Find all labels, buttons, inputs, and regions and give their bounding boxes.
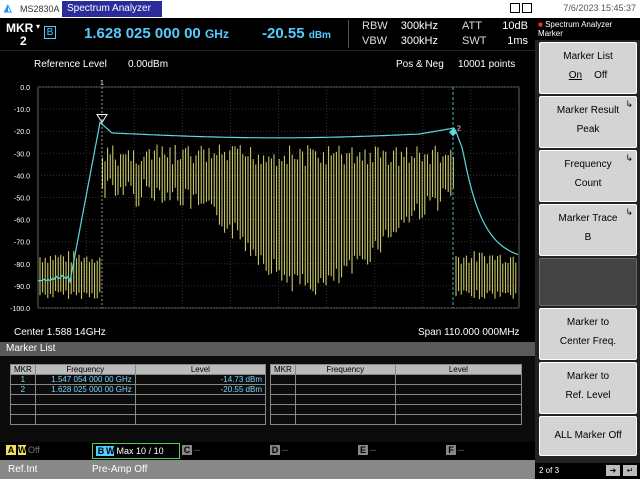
y-tick-label: -40.0	[14, 173, 30, 180]
vbw-label: VBW	[362, 35, 388, 47]
datetime: 7/6/2023 15:45:37	[563, 3, 636, 13]
measurement-header: MKR ▾ 2 B 1.628 025 000 00 GHz -20.55 dB…	[0, 18, 535, 50]
app-icon: ■	[538, 20, 543, 29]
marker-trace-badge: B	[44, 26, 56, 39]
marker-to-center-freq-button[interactable]: Marker to Center Freq.	[539, 308, 637, 360]
y-tick-label: 0.0	[20, 85, 30, 92]
y-tick-label: -100.0	[10, 306, 30, 313]
y-tick-label: -10.0	[14, 107, 30, 114]
y-tick-label: -30.0	[14, 151, 30, 158]
marker-to-ref-level-button[interactable]: Marker to Ref. Level	[539, 362, 637, 414]
function-key-panel: ■ Spectrum Analyzer Marker Marker List O…	[535, 18, 640, 479]
marker-2-label: 2	[457, 125, 461, 132]
att-value[interactable]: 10dB	[494, 20, 528, 32]
blank-key	[539, 258, 637, 306]
trace-e[interactable]: E --	[358, 445, 376, 455]
marker-list-toggle[interactable]: Marker List On Off	[539, 42, 637, 94]
marker-number: 2	[20, 34, 27, 48]
marker-list-panel: MKR Frequency Level 1 1.547 054 000 00 G…	[0, 356, 535, 442]
marker-table-left: MKR Frequency Level 1 1.547 054 000 00 G…	[10, 364, 267, 425]
marker-frequency: 1.628 025 000 00 GHz	[84, 25, 229, 42]
rbw-value[interactable]: 300kHz	[394, 20, 438, 32]
arrow-right-icon[interactable]: ➜	[606, 465, 620, 476]
table-row[interactable]: 1 1.547 054 000 00 GHz -14.73 dBm	[10, 374, 267, 385]
marker-2-icon	[449, 128, 457, 137]
marker-trace-button[interactable]: ↳ Marker Trace B	[539, 204, 637, 256]
logo-icon: ◭	[4, 3, 12, 14]
frequency-count-button[interactable]: ↳ Frequency Count	[539, 150, 637, 202]
marker-list-title: Marker List	[0, 342, 535, 356]
y-tick-label: -50.0	[14, 196, 30, 203]
y-tick-label: -70.0	[14, 240, 30, 247]
col-level: Level	[134, 364, 267, 375]
trace-a-comb	[39, 144, 517, 300]
marker-table-right: MKR Frequency Level	[270, 364, 523, 425]
col-frequency: Frequency	[34, 364, 136, 375]
y-tick-label: -80.0	[14, 262, 30, 269]
marker-result-button[interactable]: ↳ Marker Result Peak	[539, 96, 637, 148]
ref-source: Ref.Int	[8, 464, 38, 475]
center-frequency: Center 1.588 14GHz	[14, 327, 106, 338]
submenu-arrow-icon: ↳	[625, 207, 633, 217]
col-mkr: MKR	[10, 364, 36, 375]
tab-spectrum-analyzer[interactable]: Spectrum Analyzer	[62, 1, 162, 17]
menu-header: ■ Spectrum Analyzer Marker	[535, 18, 640, 40]
marker-label[interactable]: MKR	[6, 21, 33, 35]
y-tick-label: -90.0	[14, 284, 30, 291]
table-row[interactable]: 2 1.628 025 000 00 GHz -20.55 dBm	[10, 384, 267, 395]
trace-f[interactable]: F --	[446, 445, 464, 455]
spectrum-graph[interactable]: 0.0 -10.0 -20.0 -30.0 -40.0 -50.0 -60.0 -70.0 -8…	[0, 51, 535, 343]
marker-level: -20.55 dBm	[262, 25, 331, 42]
y-tick-label: -60.0	[14, 218, 30, 225]
trace-d[interactable]: D --	[270, 445, 288, 455]
arrow-return-icon[interactable]: ↵	[623, 465, 637, 476]
swt-value[interactable]: 1ms	[494, 35, 528, 47]
chevron-down-icon[interactable]: ▾	[36, 22, 40, 31]
swt-label: SWT	[462, 35, 487, 47]
status-bar: Ref.Int Pre-Amp Off	[0, 460, 535, 479]
trace-a[interactable]: A W Off	[6, 445, 40, 455]
minimize-icon[interactable]	[510, 3, 520, 13]
submenu-arrow-icon: ↳	[625, 99, 633, 109]
y-tick-label: -20.0	[14, 129, 30, 136]
menu-title: Marker	[538, 29, 563, 38]
page-indicator: 2 of 3 ➜ ↵	[535, 463, 640, 479]
trace-c[interactable]: C --	[182, 445, 200, 455]
vbw-value[interactable]: 300kHz	[394, 35, 438, 47]
trace-b[interactable]: BW Max 10 / 10	[92, 443, 180, 459]
maximize-icon[interactable]	[522, 3, 532, 13]
rbw-label: RBW	[362, 20, 388, 32]
model-label: MS2830A	[20, 4, 60, 14]
title-bar: ◭ MS2830A Spectrum Analyzer 7/6/2023 15:…	[0, 0, 640, 18]
att-label: ATT	[462, 20, 482, 32]
trace-bar: A W Off BW Max 10 / 10 C -- D -- E -- F --	[0, 442, 535, 460]
submenu-arrow-icon: ↳	[625, 153, 633, 163]
marker-1-label: 1	[100, 80, 104, 87]
all-marker-off-button[interactable]: ALL Marker Off	[539, 416, 637, 456]
spectrum-plot[interactable]: Reference Level 0.00dBm Pos & Neg 10001 …	[0, 50, 535, 342]
preamp-status: Pre-Amp Off	[92, 464, 148, 475]
span-frequency: Span 110.000 000MHz	[418, 327, 520, 338]
